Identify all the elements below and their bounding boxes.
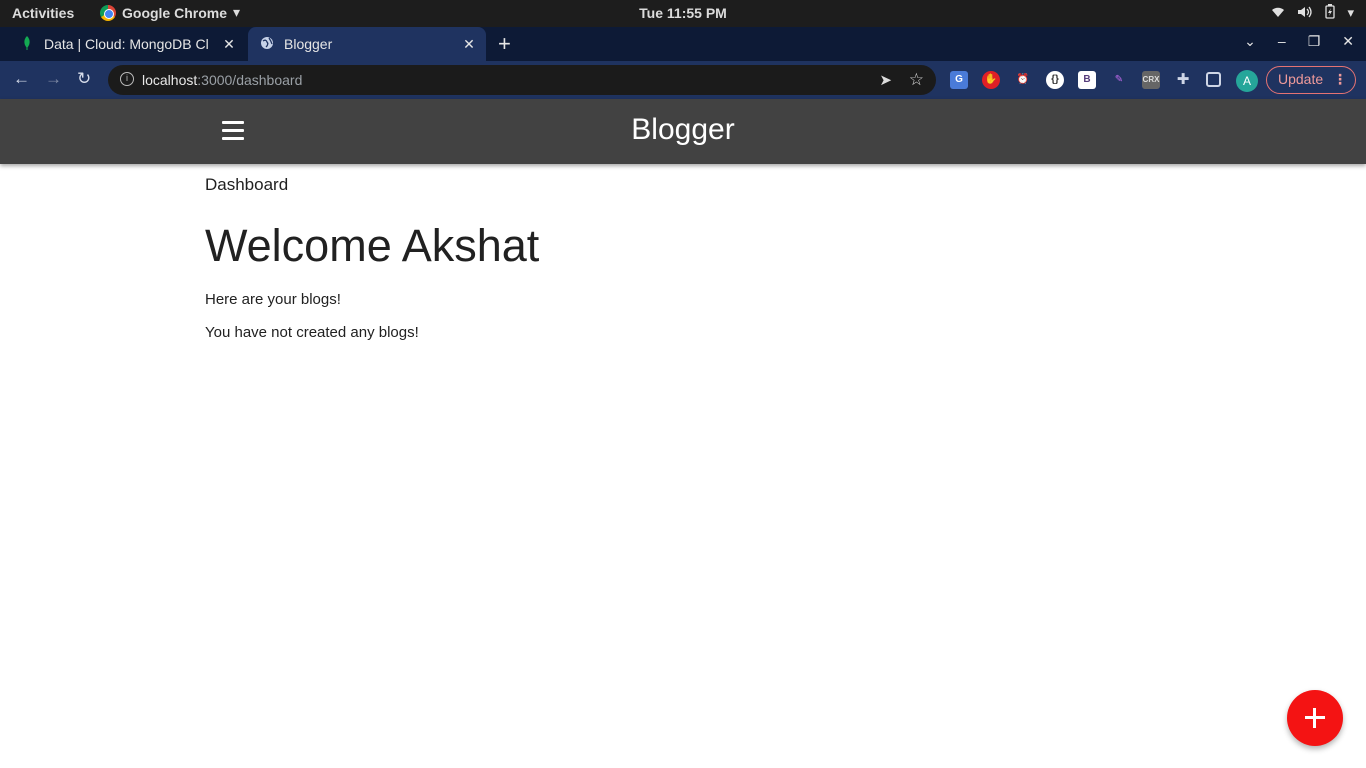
close-tab-icon[interactable]: ✕: [218, 36, 240, 53]
forward-arrow-icon[interactable]: →: [45, 69, 62, 89]
tab-search-icon[interactable]: ⌄: [1244, 33, 1256, 50]
volume-icon: [1297, 6, 1313, 21]
system-tray[interactable]: ▾: [1271, 4, 1354, 22]
intro-text: Here are your blogs!: [205, 291, 341, 308]
url-host: localhost: [142, 72, 198, 88]
wifi-icon: [1271, 6, 1285, 21]
page-title: Welcome Akshat: [205, 220, 540, 271]
tab-mongodb[interactable]: Data | Cloud: MongoDB Cl ✕: [8, 27, 246, 61]
chevron-down-icon: ▾: [1347, 5, 1354, 20]
update-label: Update: [1278, 71, 1324, 87]
site-info-icon[interactable]: i: [120, 72, 134, 86]
app-brand[interactable]: Blogger: [0, 113, 1366, 147]
minimize-icon[interactable]: –: [1278, 33, 1286, 50]
update-button[interactable]: Update ⋮: [1266, 66, 1356, 94]
url-text[interactable]: localhost:3000/dashboard: [142, 72, 302, 88]
add-blog-button[interactable]: [1287, 690, 1343, 746]
empty-state-message: You have not created any blogs!: [205, 324, 419, 341]
send-tab-icon[interactable]: ➤: [879, 71, 892, 89]
side-panel-icon[interactable]: [1206, 72, 1221, 87]
tab-blogger[interactable]: Blogger ✕: [248, 27, 486, 61]
clock[interactable]: Tue 11:55 PM: [0, 5, 1366, 21]
globe-icon: [260, 36, 274, 53]
battery-icon: [1325, 4, 1336, 22]
tab-title: Data | Cloud: MongoDB Cl: [44, 36, 209, 52]
reload-icon[interactable]: ↻: [77, 69, 91, 89]
extensions-puzzle-icon[interactable]: ✚: [1174, 71, 1192, 89]
tab-title: Blogger: [284, 36, 333, 52]
close-window-icon[interactable]: ✕: [1342, 33, 1354, 50]
app-header: Blogger: [0, 99, 1366, 164]
breadcrumb: Dashboard: [205, 175, 289, 194]
feather-icon[interactable]: ✎: [1110, 71, 1128, 89]
new-tab-button[interactable]: +: [498, 31, 511, 57]
mongodb-leaf-icon: [20, 35, 34, 53]
google-translate-icon[interactable]: G: [950, 71, 968, 89]
url-path: :3000/dashboard: [197, 72, 303, 88]
maximize-icon[interactable]: ❐: [1308, 33, 1321, 50]
profile-avatar[interactable]: A: [1236, 70, 1258, 92]
bootstrap-icon[interactable]: B: [1078, 71, 1096, 89]
browser-toolbar: ← → ↻ i localhost:3000/dashboard ➤ ☆ G ✋…: [0, 61, 1366, 99]
close-tab-icon[interactable]: ✕: [458, 36, 480, 53]
back-arrow-icon[interactable]: ←: [13, 69, 30, 89]
alarm-clock-icon[interactable]: ⏰: [1014, 71, 1032, 89]
system-top-bar: Activities Google Chrome ▾ Tue 11:55 PM …: [0, 0, 1366, 27]
window-controls: ⌄ – ❐ ✕: [1244, 33, 1354, 50]
adblock-icon[interactable]: ✋: [982, 71, 1000, 89]
bookmark-star-icon[interactable]: ☆: [909, 70, 924, 90]
tab-strip: Data | Cloud: MongoDB Cl ✕ Blogger ✕ + ⌄…: [0, 27, 1366, 61]
address-bar[interactable]: i localhost:3000/dashboard ➤ ☆: [108, 65, 936, 95]
crx-icon[interactable]: CRX: [1142, 71, 1160, 89]
json-viewer-icon[interactable]: {}: [1046, 71, 1064, 89]
menu-kebab-icon: ⋮: [1333, 71, 1347, 87]
